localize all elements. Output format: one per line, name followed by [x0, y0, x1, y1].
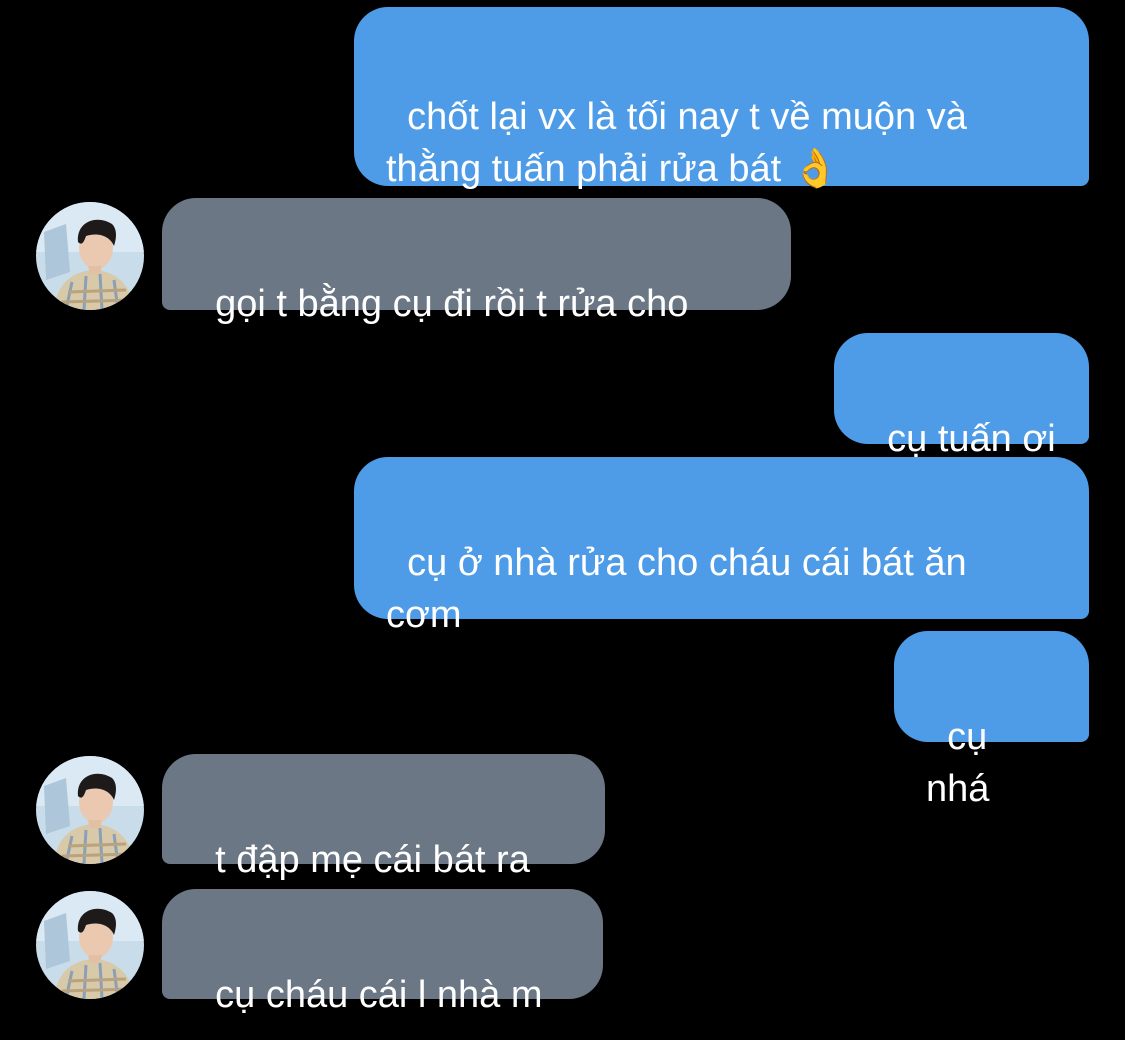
message-text: chốt lại vx là tối nay t về muộn và thằn… [386, 96, 978, 190]
contact-avatar[interactable] [36, 756, 144, 864]
message-bubble-received[interactable]: t đập mẹ cái bát ra [162, 754, 605, 881]
message-text: cụ nhá [926, 716, 998, 810]
message-text: cụ ở nhà rửa cho cháu cái bát ăn cơm [386, 542, 978, 636]
message-bubble-sent[interactable]: cụ nhá [894, 631, 1089, 810]
message-text: cụ cháu cái l nhà m [215, 974, 543, 1016]
message-bubble-sent[interactable]: chốt lại vx là tối nay t về muộn và thằn… [354, 7, 1089, 190]
message-text: cụ tuấn ơi [887, 418, 1056, 460]
contact-avatar[interactable] [36, 202, 144, 310]
message-bubble-sent[interactable]: cụ tuấn ơi [834, 333, 1089, 460]
contact-avatar[interactable] [36, 891, 144, 999]
message-bubble-received[interactable]: cụ cháu cái l nhà m [162, 889, 603, 1016]
message-text: t đập mẹ cái bát ra [215, 839, 530, 881]
message-text: gọi t bằng cụ đi rồi t rửa cho [215, 283, 689, 325]
message-bubble-received[interactable]: gọi t bằng cụ đi rồi t rửa cho [162, 198, 791, 325]
message-bubble-sent[interactable]: cụ ở nhà rửa cho cháu cái bát ăn cơm [354, 457, 1089, 636]
